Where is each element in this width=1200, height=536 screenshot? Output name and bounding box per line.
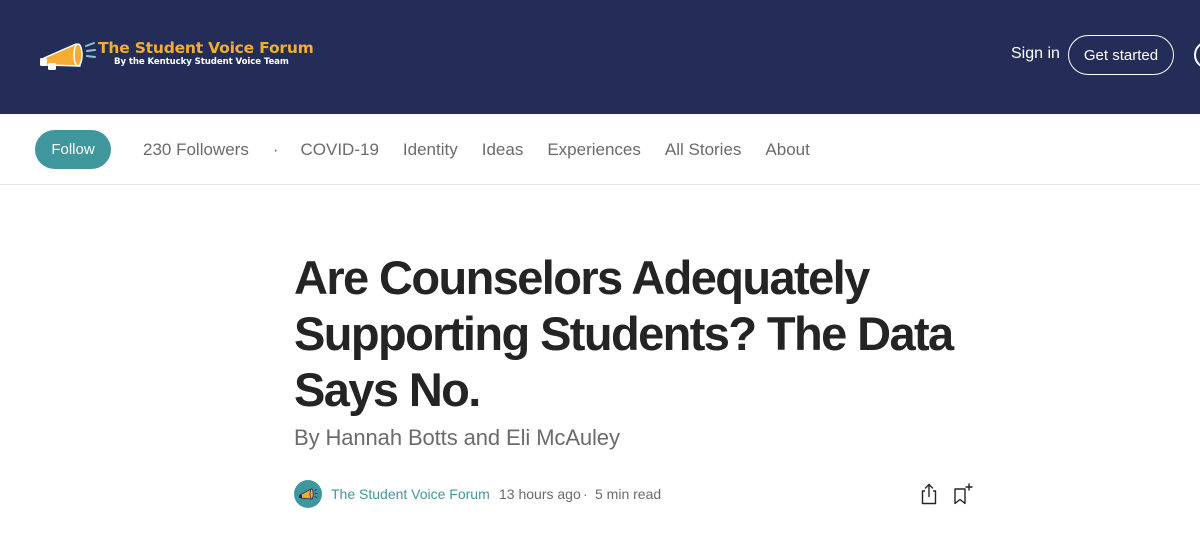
nav-separator: · [272, 140, 279, 159]
nav-link-ideas[interactable]: Ideas [482, 140, 524, 160]
article-subtitle: By Hannah Botts and Eli McAuley [294, 425, 620, 450]
logo-title: The Student Voice Forum [98, 39, 314, 57]
publication-name-link[interactable]: The Student Voice Forum [331, 486, 490, 502]
get-started-button[interactable]: Get started [1068, 35, 1174, 75]
publication-nav: Follow 230 Followers · COVID-19 Identity… [0, 114, 1200, 185]
logo-subtitle: By the Kentucky Student Voice Team [114, 57, 289, 67]
nav-link-experiences[interactable]: Experiences [547, 140, 641, 160]
top-header: The Student Voice Forum By the Kentucky … [0, 0, 1200, 114]
article-meta: The Student Voice Forum 13 hours ago · 5… [294, 480, 974, 510]
nav-link-identity[interactable]: Identity [403, 140, 458, 160]
follow-button[interactable]: Follow [35, 130, 111, 169]
publication-nav-items: 230 Followers · COVID-19 Identity Ideas … [143, 140, 810, 160]
bookmark-add-icon[interactable] [952, 482, 974, 506]
megaphone-icon [299, 488, 318, 500]
meta-separator: · [583, 486, 588, 502]
article-header: Are Counselors Adequately Supporting Stu… [294, 250, 974, 451]
megaphone-icon [40, 42, 96, 70]
publication-logo[interactable]: The Student Voice Forum By the Kentucky … [38, 38, 314, 74]
nav-link-about[interactable]: About [765, 140, 809, 160]
nav-link-covid-19[interactable]: COVID-19 [301, 140, 379, 160]
search-icon[interactable] [1194, 41, 1200, 69]
publication-avatar[interactable] [294, 480, 322, 508]
published-time: 13 hours ago [499, 486, 581, 502]
article-title: Are Counselors Adequately Supporting Stu… [294, 251, 954, 416]
sign-in-link[interactable]: Sign in [1011, 45, 1060, 63]
share-icon[interactable] [919, 482, 939, 506]
read-time: 5 min read [595, 486, 662, 502]
followers-count[interactable]: 230 Followers [143, 140, 249, 160]
nav-link-all-stories[interactable]: All Stories [665, 140, 742, 160]
